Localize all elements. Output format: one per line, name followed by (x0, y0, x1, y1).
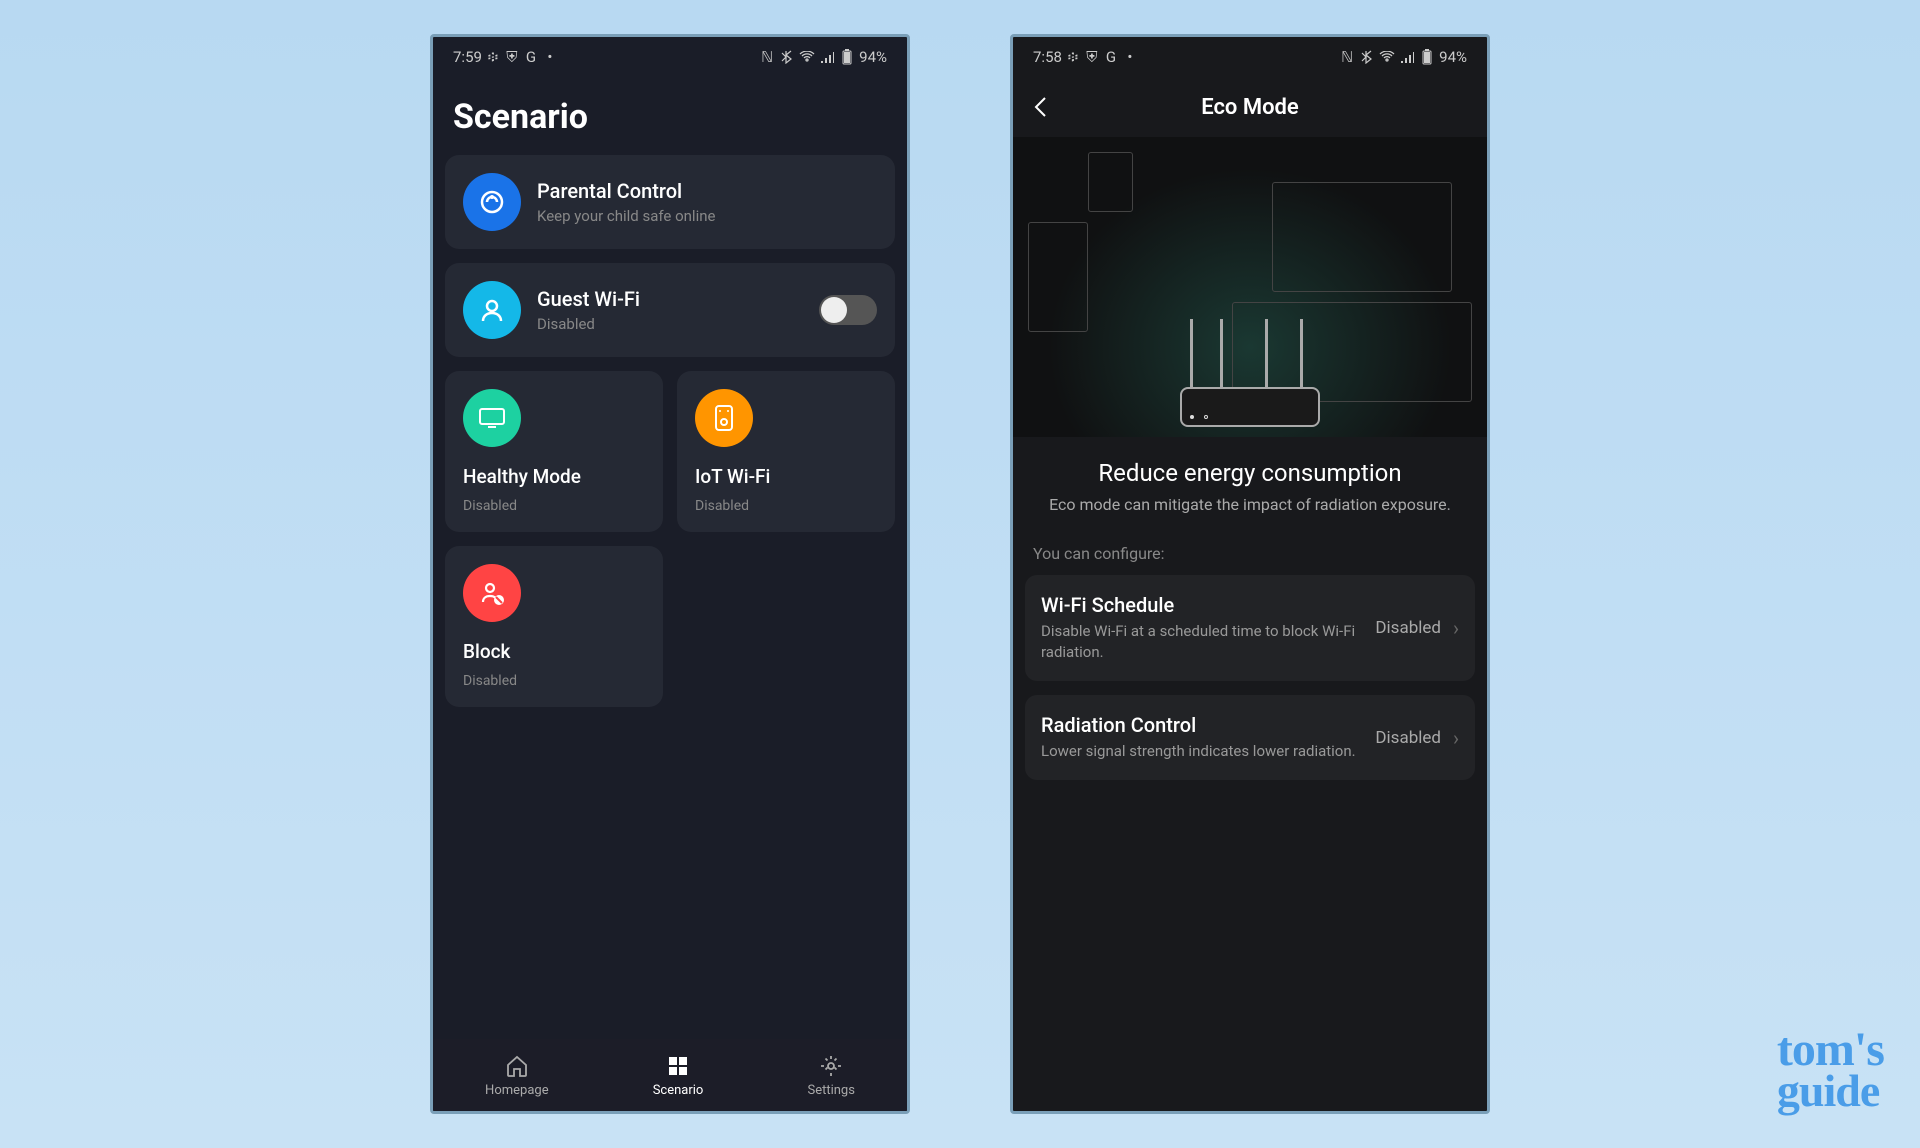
guest-wifi-subtitle: Disabled (537, 315, 803, 333)
status-bar: 7:59 ፨ ⛨ G • ℕ 94% (433, 37, 907, 77)
status-time: 7:59 (453, 48, 482, 66)
guest-wifi-title: Guest Wi-Fi (537, 287, 803, 311)
battery-icon (839, 49, 855, 65)
wifi-schedule-card[interactable]: Wi-Fi Schedule Disable Wi-Fi at a schedu… (1025, 575, 1475, 681)
home-icon (504, 1053, 530, 1079)
nav-scenario-label: Scenario (653, 1083, 704, 1098)
wifi-icon (1379, 49, 1395, 65)
status-dot-icon: • (1122, 49, 1138, 65)
toms-guide-watermark: tom's guide (1777, 1030, 1884, 1110)
iot-wifi-card[interactable]: IoT Wi-Fi Disabled (677, 371, 895, 532)
status-time: 7:58 (1033, 48, 1062, 66)
nfc-icon: ℕ (759, 49, 775, 65)
status-indicator-icon: ፨ (1065, 49, 1081, 65)
status-indicator-icon: ፨ (485, 49, 501, 65)
header-bar: Eco Mode (1013, 77, 1487, 137)
radiation-control-title: Radiation Control (1041, 713, 1363, 737)
status-google-icon: G (523, 49, 539, 65)
nav-settings[interactable]: Settings (807, 1053, 854, 1098)
healthy-mode-title: Healthy Mode (463, 465, 645, 488)
status-google-icon: G (1103, 49, 1119, 65)
guest-wifi-card[interactable]: Guest Wi-Fi Disabled (445, 263, 895, 357)
signal-icon (819, 49, 835, 65)
radiation-control-card[interactable]: Radiation Control Lower signal strength … (1025, 695, 1475, 780)
signal-icon (1399, 49, 1415, 65)
status-bar: 7:58 ፨ ⛨ G • ℕ 94% (1013, 37, 1487, 77)
iot-wifi-icon (695, 389, 753, 447)
chevron-right-icon: › (1453, 616, 1459, 640)
nav-scenario[interactable]: Scenario (653, 1053, 704, 1098)
status-shield-icon: ⛨ (1084, 49, 1100, 65)
guest-wifi-toggle[interactable] (819, 295, 877, 325)
parental-control-icon (463, 173, 521, 231)
header-title: Eco Mode (1201, 95, 1299, 120)
block-subtitle: Disabled (463, 673, 645, 689)
bluetooth-icon (1359, 49, 1375, 65)
radiation-control-desc: Lower signal strength indicates lower ra… (1041, 741, 1363, 762)
eco-subtitle: Eco mode can mitigate the impact of radi… (1013, 495, 1487, 544)
nav-settings-label: Settings (807, 1083, 854, 1098)
bottom-nav: Homepage Scenario Settings (433, 1039, 907, 1111)
back-button[interactable] (1033, 96, 1047, 118)
eco-hero-illustration (1013, 137, 1487, 437)
wifi-icon (799, 49, 815, 65)
battery-icon (1419, 49, 1435, 65)
healthy-mode-icon (463, 389, 521, 447)
nav-homepage[interactable]: Homepage (485, 1053, 549, 1098)
battery-percent: 94% (859, 48, 887, 66)
battery-percent: 94% (1439, 48, 1467, 66)
nfc-icon: ℕ (1339, 49, 1355, 65)
block-title: Block (463, 640, 645, 663)
block-icon (463, 564, 521, 622)
screenshot-scenario: 7:59 ፨ ⛨ G • ℕ 94% Scenario (430, 34, 910, 1114)
parental-control-subtitle: Keep your child safe online (537, 207, 877, 225)
guest-wifi-icon (463, 281, 521, 339)
nav-homepage-label: Homepage (485, 1083, 549, 1098)
wifi-schedule-status: Disabled (1375, 618, 1441, 638)
block-card[interactable]: Block Disabled (445, 546, 663, 707)
scenario-icon (665, 1053, 691, 1079)
status-shield-icon: ⛨ (504, 49, 520, 65)
settings-icon (818, 1053, 844, 1079)
iot-wifi-subtitle: Disabled (695, 498, 877, 514)
screenshot-eco-mode: 7:58 ፨ ⛨ G • ℕ 94% Eco Mode (1010, 34, 1490, 1114)
wifi-schedule-title: Wi-Fi Schedule (1041, 593, 1363, 617)
configure-label: You can configure: (1013, 544, 1487, 575)
parental-control-card[interactable]: Parental Control Keep your child safe on… (445, 155, 895, 249)
iot-wifi-title: IoT Wi-Fi (695, 465, 877, 488)
eco-heading: Reduce energy consumption (1013, 437, 1487, 495)
page-title: Scenario (433, 77, 907, 155)
watermark-line2: guide (1777, 1071, 1884, 1110)
parental-control-title: Parental Control (537, 179, 877, 203)
status-dot-icon: • (542, 49, 558, 65)
chevron-right-icon: › (1453, 726, 1459, 750)
radiation-control-status: Disabled (1375, 728, 1441, 748)
healthy-mode-subtitle: Disabled (463, 498, 645, 514)
healthy-mode-card[interactable]: Healthy Mode Disabled (445, 371, 663, 532)
wifi-schedule-desc: Disable Wi-Fi at a scheduled time to blo… (1041, 621, 1363, 663)
bluetooth-icon (779, 49, 795, 65)
